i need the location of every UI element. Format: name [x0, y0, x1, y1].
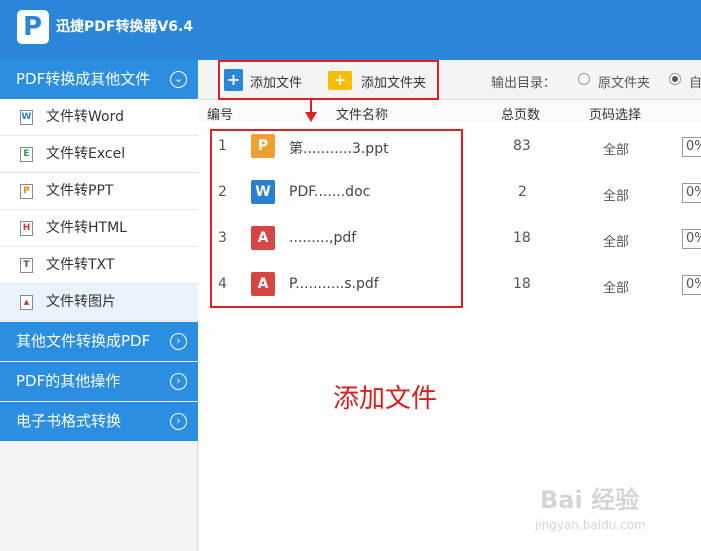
word-file-icon: W [20, 110, 33, 125]
sidebar-item-ppt[interactable]: P 文件转PPT [0, 173, 198, 210]
sidebar-item-label: 文件转HTML [46, 220, 127, 236]
page-count: 83 [513, 138, 531, 154]
page-range[interactable]: 全部 [603, 139, 629, 158]
category-pdf-other-ops[interactable]: PDF的其他操作 › [0, 362, 198, 401]
category-label: 其他文件转换成PDF [16, 332, 151, 350]
category-other-to-pdf[interactable]: 其他文件转换成PDF › [0, 322, 198, 361]
chevron-right-icon: › [170, 373, 187, 390]
image-file-icon: ▲ [20, 295, 33, 310]
progress-field: 0% [682, 137, 701, 157]
header-pages: 总页数 [501, 108, 541, 123]
sidebar-item-excel[interactable]: E 文件转Excel [0, 136, 198, 173]
app-title: 迅捷PDF转换器V6.4 [56, 19, 194, 35]
header-range: 页码选择 [589, 108, 642, 123]
category-label: PDF转换成其他文件 [16, 70, 151, 88]
chevron-right-icon: › [170, 413, 187, 430]
sidebar-item-label: 文件转Excel [46, 146, 126, 162]
sidebar-item-label: 文件转图片 [46, 294, 116, 310]
radio-original-label: 原文件夹 [598, 76, 651, 91]
header-name: 文件名称 [336, 108, 389, 123]
sidebar-item-label: 文件转TXT [46, 257, 115, 273]
html-file-icon: H [20, 221, 33, 236]
annotation-caption: 添加文件 [333, 384, 438, 414]
header-num: 编号 [207, 108, 234, 123]
radio-original-folder[interactable] [578, 73, 590, 85]
radio-custom-label: 自 [689, 76, 701, 91]
ppt-file-icon: P [20, 184, 33, 199]
page-range[interactable]: 全部 [603, 277, 629, 296]
file-list-highlight-box [210, 129, 463, 308]
toolbar-highlight-box [218, 60, 439, 100]
chevron-right-icon: › [170, 333, 187, 350]
watermark-logo: Bai 经验 [540, 486, 640, 514]
output-dir-label: 输出目录： [491, 76, 557, 91]
category-pdf-to-other[interactable]: PDF转换成其他文件 ⌄ [0, 60, 198, 99]
title-bar: P 迅捷PDF转换器V6.4 [0, 0, 701, 60]
sidebar-item-image[interactable]: ▲ 文件转图片 [0, 284, 198, 321]
sidebar: PDF转换成其他文件 ⌄ W 文件转Word E 文件转Excel P 文件转P… [0, 60, 198, 551]
progress-field: 0% [682, 183, 701, 203]
radio-custom-folder[interactable] [669, 73, 681, 85]
sidebar-item-label: 文件转PPT [46, 183, 114, 199]
app-logo-icon: P [17, 10, 49, 44]
arrow-down-icon [305, 112, 317, 122]
chevron-down-icon: ⌄ [170, 71, 187, 88]
progress-field: 0% [682, 275, 701, 295]
page-count: 18 [513, 230, 531, 246]
excel-file-icon: E [20, 147, 33, 162]
progress-field: 0% [682, 229, 701, 249]
category-label: PDF的其他操作 [16, 372, 121, 390]
txt-file-icon: T [20, 258, 33, 273]
baidu-watermark: Bai 经验 jingyan.baidu.com [520, 480, 680, 540]
sidebar-item-txt[interactable]: T 文件转TXT [0, 247, 198, 284]
page-count: 18 [513, 276, 531, 292]
sidebar-item-word[interactable]: W 文件转Word [0, 99, 198, 136]
category-label: 电子书格式转换 [16, 412, 122, 430]
category-ebook-convert[interactable]: 电子书格式转换 › [0, 402, 198, 441]
watermark-url: jingyan.baidu.com [535, 518, 646, 532]
sidebar-item-html[interactable]: H 文件转HTML [0, 210, 198, 247]
sidebar-item-label: 文件转Word [46, 109, 124, 125]
page-range[interactable]: 全部 [603, 231, 629, 250]
page-count: 2 [518, 184, 527, 200]
page-range[interactable]: 全部 [603, 185, 629, 204]
